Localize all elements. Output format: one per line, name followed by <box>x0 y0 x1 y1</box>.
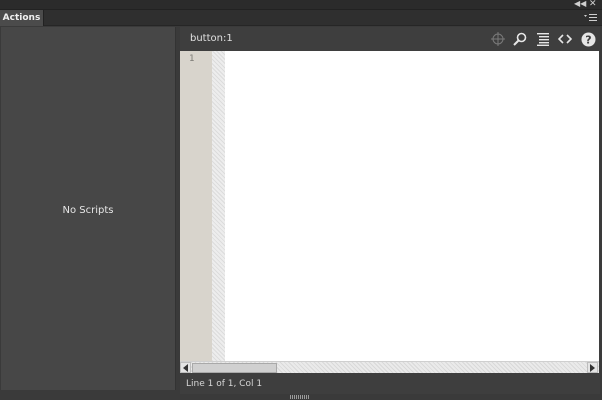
empty-scripts-message: No Scripts <box>62 205 114 216</box>
tab-actions[interactable]: Actions <box>0 10 44 26</box>
help-icon[interactable]: ? <box>579 30 597 48</box>
horizontal-scrollbar[interactable] <box>180 361 599 373</box>
line-number-gutter: 1 <box>180 51 212 361</box>
code-format-icon[interactable] <box>534 30 552 48</box>
code-snippets-icon[interactable] <box>556 30 574 48</box>
close-icon[interactable]: ✕ <box>589 0 597 9</box>
script-pane: button:1 ? 1 Line 1 of 1, Col 1 <box>180 27 600 394</box>
panel-menu-icon[interactable] <box>584 12 598 24</box>
panel-title-bar: ◀◀ ✕ <box>0 0 602 10</box>
find-icon[interactable] <box>511 30 529 48</box>
panel-tab-strip: Actions <box>0 10 602 26</box>
resize-grip-icon[interactable] <box>290 395 310 399</box>
collapse-icon[interactable]: ◀◀ <box>574 0 586 9</box>
status-bar: Line 1 of 1, Col 1 <box>180 374 600 394</box>
insert-target-icon[interactable] <box>489 30 507 48</box>
code-text-area[interactable] <box>225 51 599 361</box>
scrollbar-thumb[interactable] <box>192 363 277 373</box>
svg-text:?: ? <box>585 33 591 46</box>
script-navigator: No Scripts <box>1 27 176 390</box>
script-title: button:1 <box>190 33 233 44</box>
scroll-right-button[interactable] <box>587 362 598 373</box>
code-editor[interactable]: 1 <box>180 51 599 361</box>
code-folding-margin[interactable] <box>212 51 225 361</box>
scroll-left-button[interactable] <box>180 362 191 373</box>
script-toolbar: button:1 ? <box>180 27 600 50</box>
line-number: 1 <box>189 54 195 64</box>
